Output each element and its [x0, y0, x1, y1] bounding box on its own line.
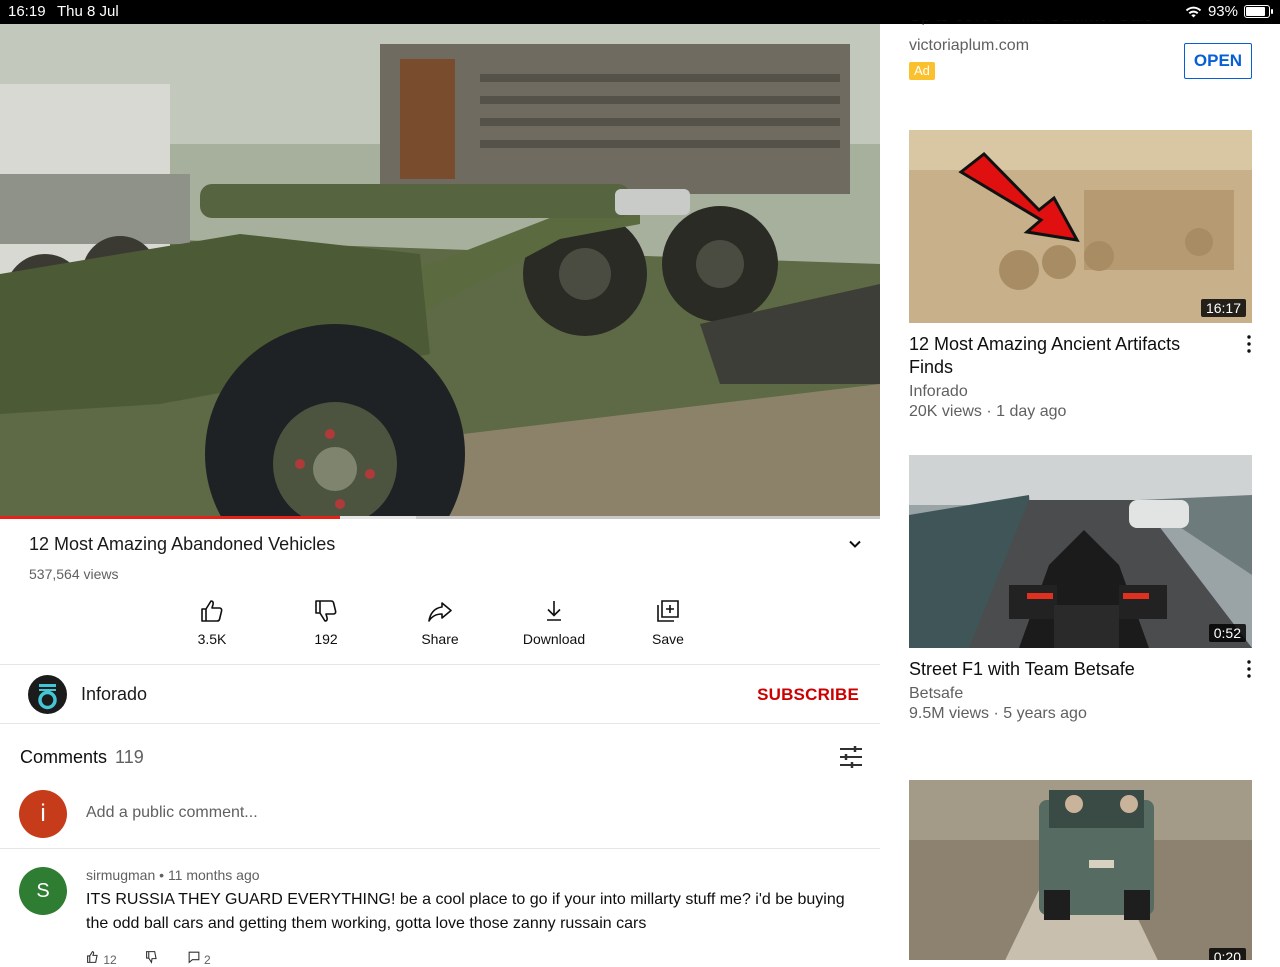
- thumbs-up-icon: [201, 600, 223, 622]
- rec-duration: 0:20: [1208, 948, 1246, 960]
- ad-badge: Ad: [909, 62, 935, 80]
- rec-channel: Inforado: [909, 383, 968, 400]
- comments-header[interactable]: Comments 119: [20, 747, 144, 768]
- ad-domain: victoriaplum.com: [909, 37, 1030, 54]
- battery-percent: 93%: [1207, 3, 1238, 20]
- more-vert-icon[interactable]: [1240, 658, 1258, 680]
- dislike-count: 192: [314, 631, 338, 647]
- rec-duration: 0:52: [1208, 624, 1246, 642]
- rec-stats: 9.5M views · 5 years ago: [909, 705, 1087, 722]
- rec-channel: Betsafe: [909, 685, 964, 702]
- save-playlist-icon: [657, 600, 679, 622]
- comments-count: 119: [115, 747, 144, 767]
- video-title[interactable]: 12 Most Amazing Abandoned Vehicles: [29, 534, 335, 555]
- comment-like-button[interactable]: 12: [86, 950, 117, 967]
- progress-played: [0, 516, 340, 519]
- comment-text: ITS RUSSIA THEY GUARD EVERYTHING! be a c…: [86, 891, 845, 932]
- channel-avatar[interactable]: [28, 675, 67, 714]
- comments-heading: Comments: [20, 747, 108, 767]
- rec-duration: 16:17: [1200, 299, 1246, 317]
- rec-title[interactable]: 12 Most Amazing Ancient Artifacts Finds: [909, 333, 1209, 379]
- dislike-button[interactable]: 192: [269, 598, 383, 647]
- download-icon: [547, 601, 561, 621]
- comment-meta: sirmugman • 11 months ago: [86, 867, 260, 883]
- rec-thumbnail[interactable]: 0:20: [909, 780, 1252, 960]
- view-count: 537,564 views: [29, 566, 119, 582]
- thumbs-down-icon: [315, 600, 337, 622]
- like-count: 3.5K: [197, 631, 227, 647]
- rec-thumbnail[interactable]: 16:17: [909, 130, 1252, 323]
- video-player[interactable]: [0, 24, 880, 518]
- comment-like-count: 12: [103, 953, 117, 967]
- thumbs-down-icon: [145, 951, 157, 964]
- comment-reply-count: 2: [204, 953, 211, 967]
- rec-thumbnail[interactable]: 0:52: [909, 455, 1252, 648]
- download-button[interactable]: Download: [497, 598, 611, 647]
- status-time: 16:19: [8, 3, 46, 20]
- share-icon: [428, 602, 452, 622]
- channel-logo-icon: [38, 684, 57, 710]
- chevron-down-icon[interactable]: [845, 534, 865, 554]
- rec-thumbnail-image: [909, 455, 1252, 648]
- thumbs-up-icon: [87, 951, 98, 963]
- comment-input[interactable]: Add a public comment...: [86, 804, 258, 822]
- comment-author[interactable]: sirmugman: [86, 867, 155, 883]
- rec-thumbnail-image: [909, 780, 1252, 960]
- video-progress-bar[interactable]: [0, 516, 880, 519]
- wifi-icon: [1185, 6, 1202, 18]
- video-frame: [0, 24, 880, 518]
- ad-open-button[interactable]: OPEN: [1184, 43, 1252, 79]
- comment-dislike-button[interactable]: [145, 950, 159, 967]
- like-button[interactable]: 3.5K: [155, 598, 269, 647]
- status-date: Thu 8 Jul: [57, 3, 119, 20]
- divider: [0, 723, 880, 724]
- sort-comments-icon[interactable]: [838, 745, 864, 769]
- save-button[interactable]: Save: [611, 598, 725, 647]
- comment-time: 11 months ago: [167, 867, 260, 883]
- save-label: Save: [652, 631, 684, 647]
- subscribe-button[interactable]: SUBSCRIBE: [757, 685, 859, 705]
- download-label: Download: [522, 631, 586, 647]
- divider: [0, 664, 880, 665]
- channel-name[interactable]: Inforado: [81, 684, 147, 705]
- more-vert-icon[interactable]: [1240, 333, 1258, 355]
- rec-stats: 20K views · 1 day ago: [909, 403, 1067, 420]
- share-button[interactable]: Share: [383, 598, 497, 647]
- battery-icon: [1244, 5, 1273, 18]
- rec-thumbnail-image: [909, 130, 1252, 323]
- share-label: Share: [421, 631, 459, 647]
- comment-reply-button[interactable]: 2: [187, 950, 211, 967]
- rec-title[interactable]: Street F1 with Team Betsafe: [909, 658, 1209, 681]
- user-avatar[interactable]: i: [19, 790, 67, 838]
- reply-icon: [188, 951, 200, 964]
- action-bar: 3.5K 192 Share Download Save: [155, 598, 725, 647]
- commenter-avatar[interactable]: S: [19, 867, 67, 915]
- divider: [0, 848, 880, 849]
- comment-actions: 12 2: [86, 950, 211, 967]
